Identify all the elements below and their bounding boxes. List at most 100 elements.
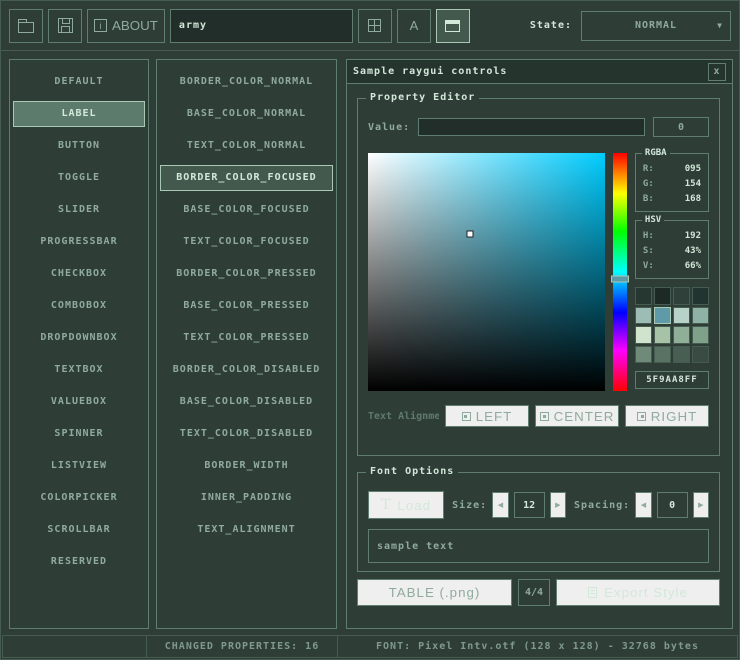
- hue-slider[interactable]: [613, 153, 627, 391]
- document-icon: [588, 587, 597, 598]
- sv-cursor[interactable]: [466, 230, 473, 237]
- property-item-base-color-focused[interactable]: BASE_COLOR_FOCUSED: [157, 194, 336, 226]
- text-alignment-row: Text Alignment: LEFT CENTER RIGHT: [368, 405, 709, 427]
- align-left-button[interactable]: LEFT: [445, 405, 529, 427]
- font-size-value[interactable]: 12: [514, 492, 545, 518]
- property-item-text-color-pressed[interactable]: TEXT_COLOR_PRESSED: [157, 322, 336, 354]
- style-name-input[interactable]: [170, 9, 353, 43]
- control-item-progressbar[interactable]: PROGRESSBAR: [10, 226, 148, 258]
- controls-list-panel: DEFAULT LABEL BUTTON TOGGLE SLIDER PROGR…: [9, 59, 149, 629]
- property-item-text-alignment[interactable]: TEXT_ALIGNMENT: [157, 514, 336, 546]
- control-item-slider[interactable]: SLIDER: [10, 194, 148, 226]
- color-picker-area: RGBA R:095 G:154 B:168 HSV H:192 S:43% V…: [368, 153, 709, 391]
- palette-swatch[interactable]: [635, 326, 652, 344]
- rguistyler-window: i ABOUT A State: NORMAL ▼ DEFAULT LABEL …: [0, 0, 740, 660]
- palette-swatch[interactable]: [654, 287, 671, 305]
- spacing-increment-button[interactable]: ▶: [693, 492, 709, 518]
- hsv-group: HSV H:192 S:43% V:66%: [635, 220, 709, 279]
- font-tool-button[interactable]: A: [397, 9, 431, 43]
- h-value: 192: [685, 229, 701, 244]
- value-spinner-box[interactable]: 0: [653, 117, 709, 137]
- control-item-default[interactable]: DEFAULT: [10, 66, 148, 98]
- font-spacing-value[interactable]: 0: [657, 492, 688, 518]
- folder-icon: [18, 22, 34, 33]
- palette-swatch-selected[interactable]: [654, 307, 671, 325]
- hsv-h-row: H:192: [640, 229, 704, 244]
- style-view-button[interactable]: [436, 9, 470, 43]
- font-load-button[interactable]: T Load: [368, 491, 444, 519]
- sv-gradient[interactable]: [368, 153, 605, 391]
- palette-swatch[interactable]: [654, 326, 671, 344]
- palette-swatch[interactable]: [673, 346, 690, 364]
- palette-swatch[interactable]: [635, 307, 652, 325]
- palette-swatch[interactable]: [692, 307, 709, 325]
- window-style-icon: [445, 20, 460, 32]
- control-item-reserved[interactable]: RESERVED: [10, 546, 148, 578]
- palette-swatch[interactable]: [635, 346, 652, 364]
- palette-swatch[interactable]: [692, 346, 709, 364]
- property-item-border-color-normal[interactable]: BORDER_COLOR_NORMAL: [157, 66, 336, 98]
- size-increment-button[interactable]: ▶: [550, 492, 566, 518]
- spacing-decrement-button[interactable]: ◀: [635, 492, 651, 518]
- property-item-base-color-normal[interactable]: BASE_COLOR_NORMAL: [157, 98, 336, 130]
- sample-window-titlebar[interactable]: Sample raygui controls x: [347, 60, 732, 84]
- size-decrement-button[interactable]: ◀: [492, 492, 508, 518]
- state-dropdown[interactable]: NORMAL ▼: [581, 11, 731, 41]
- v-value: 66%: [685, 259, 701, 274]
- grid-snap-button[interactable]: [358, 9, 392, 43]
- export-style-button[interactable]: Export Style: [556, 579, 720, 606]
- control-item-textbox[interactable]: TEXTBOX: [10, 354, 148, 386]
- property-item-base-color-pressed[interactable]: BASE_COLOR_PRESSED: [157, 290, 336, 322]
- control-item-label[interactable]: LABEL: [13, 101, 145, 127]
- property-item-inner-padding[interactable]: INNER_PADDING: [157, 482, 336, 514]
- sample-text-input[interactable]: [368, 529, 709, 563]
- about-button[interactable]: i ABOUT: [87, 9, 165, 43]
- property-item-text-color-normal[interactable]: TEXT_COLOR_NORMAL: [157, 130, 336, 162]
- property-item-text-color-disabled[interactable]: TEXT_COLOR_DISABLED: [157, 418, 336, 450]
- hue-handle[interactable]: [611, 276, 629, 283]
- color-values-column: RGBA R:095 G:154 B:168 HSV H:192 S:43% V…: [635, 153, 709, 391]
- save-style-button[interactable]: [48, 9, 82, 43]
- control-item-toggle[interactable]: TOGGLE: [10, 162, 148, 194]
- palette-swatch[interactable]: [692, 287, 709, 305]
- palette-swatch[interactable]: [673, 287, 690, 305]
- state-label: State:: [530, 20, 572, 31]
- property-editor-group-label: Property Editor: [366, 92, 479, 103]
- property-item-text-color-focused[interactable]: TEXT_COLOR_FOCUSED: [157, 226, 336, 258]
- close-button[interactable]: x: [708, 63, 726, 81]
- property-item-border-color-disabled[interactable]: BORDER_COLOR_DISABLED: [157, 354, 336, 386]
- control-item-scrollbar[interactable]: SCROLLBAR: [10, 514, 148, 546]
- control-item-spinner[interactable]: SPINNER: [10, 418, 148, 450]
- property-item-border-width[interactable]: BORDER_WIDTH: [157, 450, 336, 482]
- property-item-border-color-focused[interactable]: BORDER_COLOR_FOCUSED: [160, 165, 333, 191]
- control-item-valuebox[interactable]: VALUEBOX: [10, 386, 148, 418]
- property-item-base-color-disabled[interactable]: BASE_COLOR_DISABLED: [157, 386, 336, 418]
- arrow-right-icon: ▶: [698, 501, 703, 509]
- g-value: 154: [685, 177, 701, 192]
- palette-swatch[interactable]: [635, 287, 652, 305]
- control-item-button[interactable]: BUTTON: [10, 130, 148, 162]
- align-right-button[interactable]: RIGHT: [625, 405, 709, 427]
- palette-swatch[interactable]: [654, 346, 671, 364]
- palette-swatch[interactable]: [673, 307, 690, 325]
- load-style-button[interactable]: [9, 9, 43, 43]
- align-center-label: CENTER: [554, 409, 615, 424]
- font-spacing-label: Spacing:: [574, 500, 630, 511]
- align-center-button[interactable]: CENTER: [535, 405, 619, 427]
- control-item-dropdownbox[interactable]: DROPDOWNBOX: [10, 322, 148, 354]
- font-options-group-label: Font Options: [366, 466, 458, 477]
- export-style-label: Export Style: [604, 585, 688, 600]
- control-item-colorpicker[interactable]: COLORPICKER: [10, 482, 148, 514]
- control-item-combobox[interactable]: COMBOBOX: [10, 290, 148, 322]
- property-item-border-color-pressed[interactable]: BORDER_COLOR_PRESSED: [157, 258, 336, 290]
- hex-value-box[interactable]: 5F9AA8FF: [635, 371, 709, 389]
- palette-swatch[interactable]: [692, 326, 709, 344]
- pages-indicator[interactable]: 4/4: [518, 579, 550, 606]
- table-png-button[interactable]: TABLE (.png): [357, 579, 512, 606]
- palette-swatch[interactable]: [673, 326, 690, 344]
- control-item-listview[interactable]: LISTVIEW: [10, 450, 148, 482]
- sample-controls-window: Sample raygui controls x Property Editor…: [346, 59, 733, 629]
- control-item-checkbox[interactable]: CHECKBOX: [10, 258, 148, 290]
- value-row: Value: 0: [368, 117, 709, 137]
- value-input[interactable]: [418, 118, 645, 136]
